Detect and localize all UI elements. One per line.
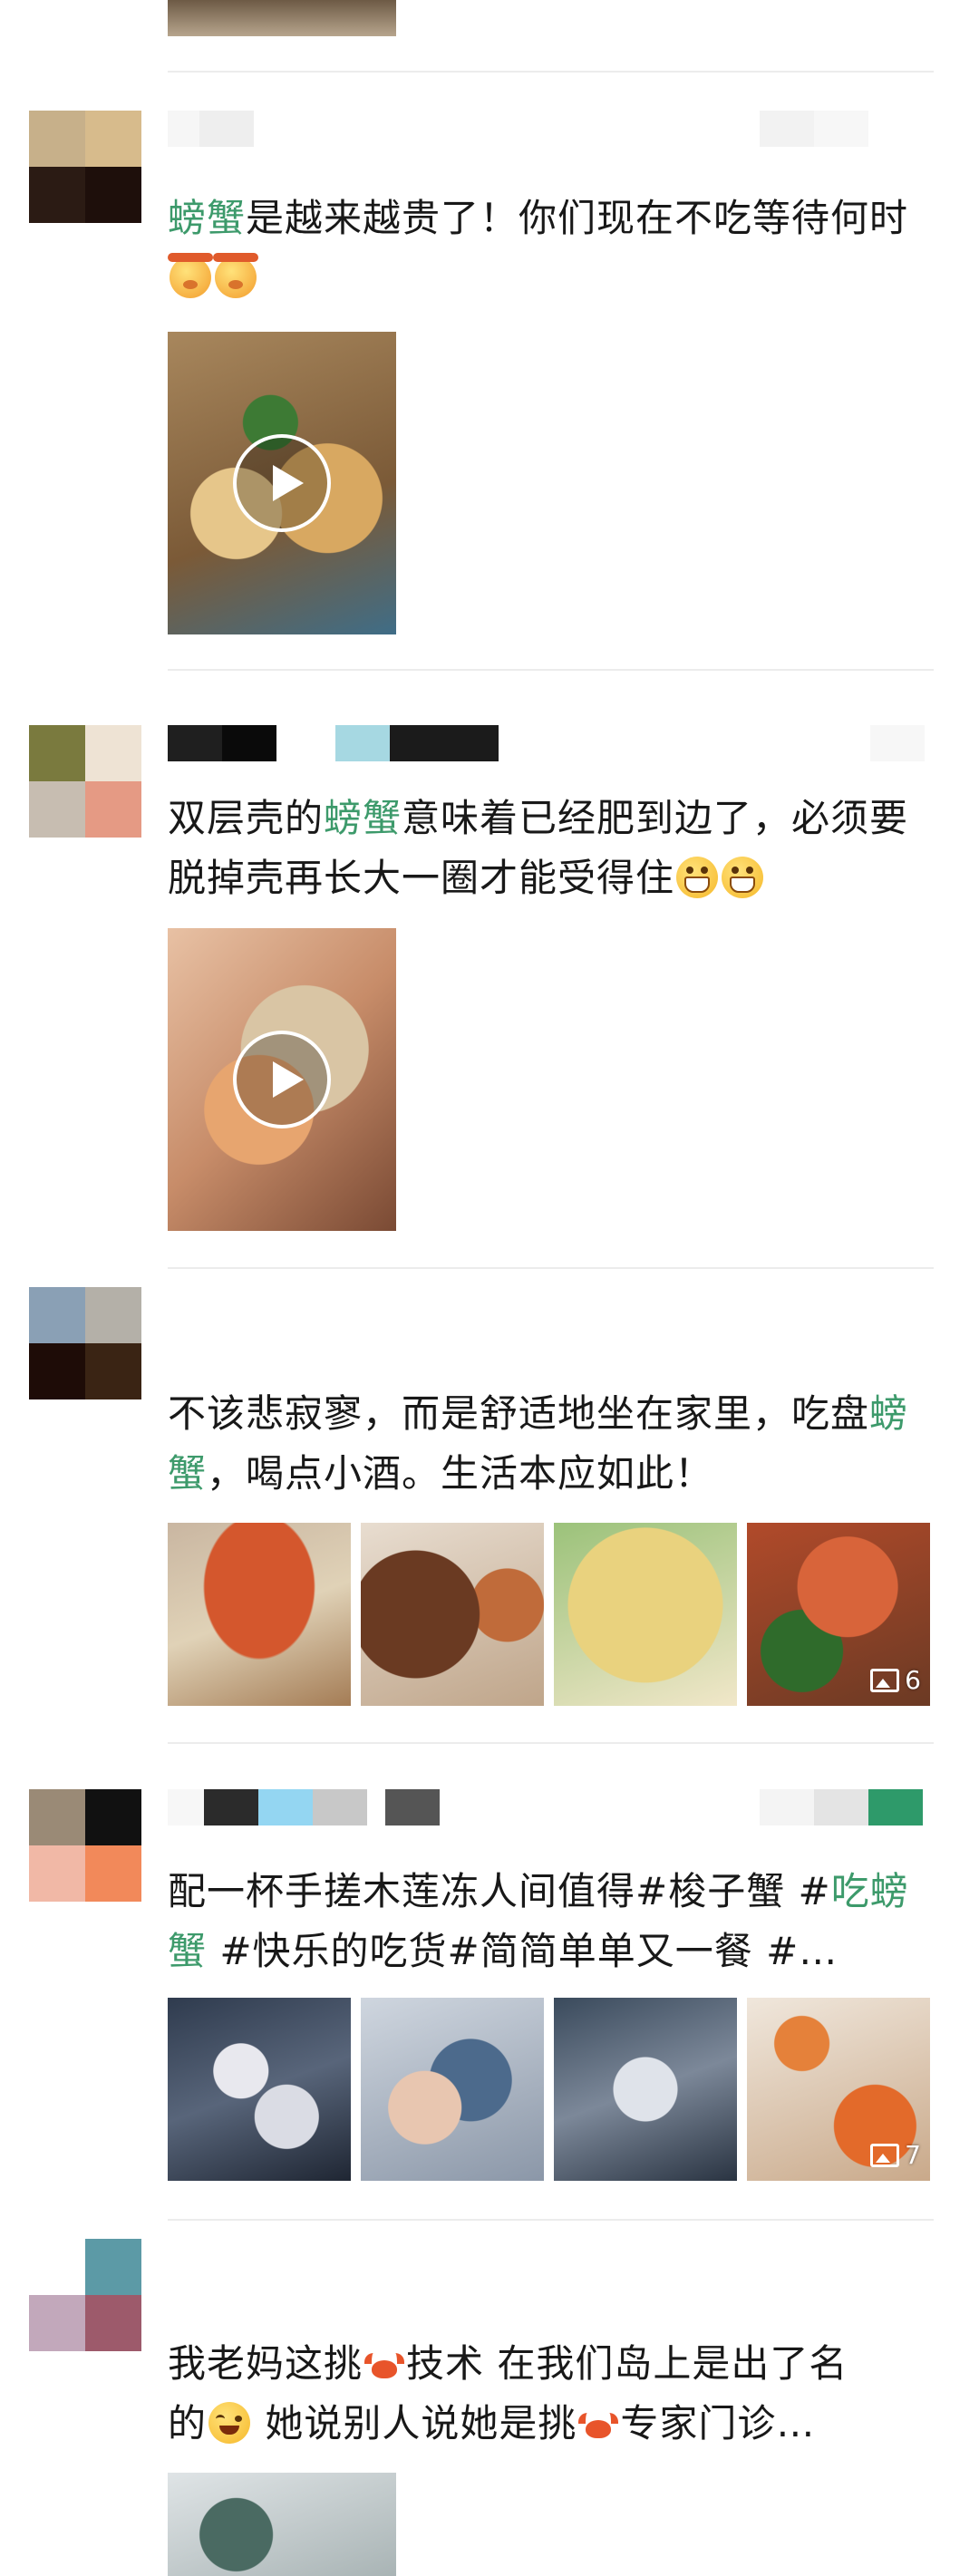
post-photo[interactable]: 7 — [747, 1998, 930, 2181]
gallery-icon — [870, 2143, 900, 2167]
post-photo[interactable] — [168, 2473, 396, 2576]
post-text: 双层壳的螃蟹意味着已经肥到边了，必须要脱掉壳再长大一圈才能受得住 — [168, 789, 929, 908]
divider — [168, 669, 934, 671]
post-text: 我老妈这挑 技术 在我们岛上是出了名的 她说别人说她是挑 专家门诊… — [168, 2334, 929, 2454]
post-photo[interactable] — [554, 1998, 737, 2181]
post-text-after: ，喝点小酒。生活本应如此！ — [207, 1451, 714, 1496]
post-photo[interactable]: 6 — [747, 1523, 930, 1706]
divider — [168, 1742, 934, 1744]
post-text-after: #快乐的吃货#简简单单又一餐 #… — [207, 1929, 838, 1973]
grin-face-icon — [722, 857, 764, 898]
post-photo[interactable] — [168, 1998, 351, 2181]
username[interactable] — [168, 111, 254, 147]
post-photo[interactable] — [361, 1523, 544, 1706]
avatar[interactable] — [29, 111, 141, 223]
post-photo[interactable] — [168, 1523, 351, 1706]
play-icon[interactable] — [233, 434, 331, 532]
comment-feed: 螃蟹是越来越贵了！你们现在不吃等待何时 双层壳的螃蟹意味着已经肥到边了，必须要脱… — [0, 0, 979, 2576]
timestamp — [870, 725, 925, 761]
timestamp — [760, 1789, 923, 1825]
post-text: 螃蟹是越来越贵了！你们现在不吃等待何时 — [168, 189, 929, 308]
grin-face-icon — [676, 857, 719, 898]
post-text-line2-mid: 她说别人说她是挑 — [252, 2401, 577, 2445]
previous-post-image[interactable] — [168, 0, 396, 36]
video-thumbnail[interactable] — [168, 332, 396, 634]
avatar[interactable] — [29, 1287, 141, 1399]
keyword-link[interactable]: 螃蟹 — [168, 196, 246, 240]
photo-count-badge: 7 — [870, 2140, 921, 2170]
crab-icon — [364, 2353, 405, 2380]
post-text-line1-before: 我老妈这挑 — [168, 2341, 363, 2386]
photo-count: 7 — [905, 2140, 921, 2170]
divider — [168, 2219, 934, 2221]
video-thumbnail[interactable] — [168, 928, 396, 1231]
post-text: 配一杯手搓木莲冻人间值得#梭子蟹 #吃螃蟹 #快乐的吃货#简简单单又一餐 #… — [168, 1862, 929, 1981]
whisper-face-icon — [213, 253, 258, 298]
tears-of-joy-icon — [208, 2402, 251, 2444]
photo-count: 6 — [905, 1665, 921, 1695]
avatar[interactable] — [29, 2239, 141, 2351]
whisper-face-icon — [168, 253, 213, 298]
username[interactable] — [168, 1789, 440, 1825]
timestamp — [760, 111, 868, 147]
divider — [168, 71, 934, 73]
avatar[interactable] — [29, 1789, 141, 1902]
post-text-before: 双层壳的 — [168, 796, 325, 840]
gallery-icon — [870, 1668, 900, 1692]
divider — [168, 1267, 934, 1269]
username[interactable] — [168, 725, 499, 761]
photo-count-badge: 6 — [870, 1665, 921, 1695]
post-text-line2-before: 的 — [168, 2401, 208, 2445]
post-text-after: 是越来越贵了！你们现在不吃等待何时 — [246, 196, 909, 240]
post-text-before: 配一杯手搓木莲冻人间值得#梭子蟹 # — [168, 1869, 831, 1913]
post-text-before: 不该悲寂寥，而是舒适地坐在家里，吃盘 — [168, 1391, 870, 1436]
post-photo[interactable] — [554, 1523, 737, 1706]
post-text-line2-after: 专家门诊… — [620, 2401, 816, 2445]
keyword-link[interactable]: 螃蟹 — [324, 796, 402, 840]
post-text: 不该悲寂寥，而是舒适地坐在家里，吃盘螃蟹，喝点小酒。生活本应如此！ — [168, 1384, 929, 1504]
play-icon[interactable] — [233, 1031, 331, 1128]
crab-icon — [578, 2413, 619, 2440]
post-photo[interactable] — [361, 1998, 544, 2181]
post-text-line1-after: 技术 在我们岛上是出了名 — [406, 2341, 848, 2386]
avatar[interactable] — [29, 725, 141, 838]
